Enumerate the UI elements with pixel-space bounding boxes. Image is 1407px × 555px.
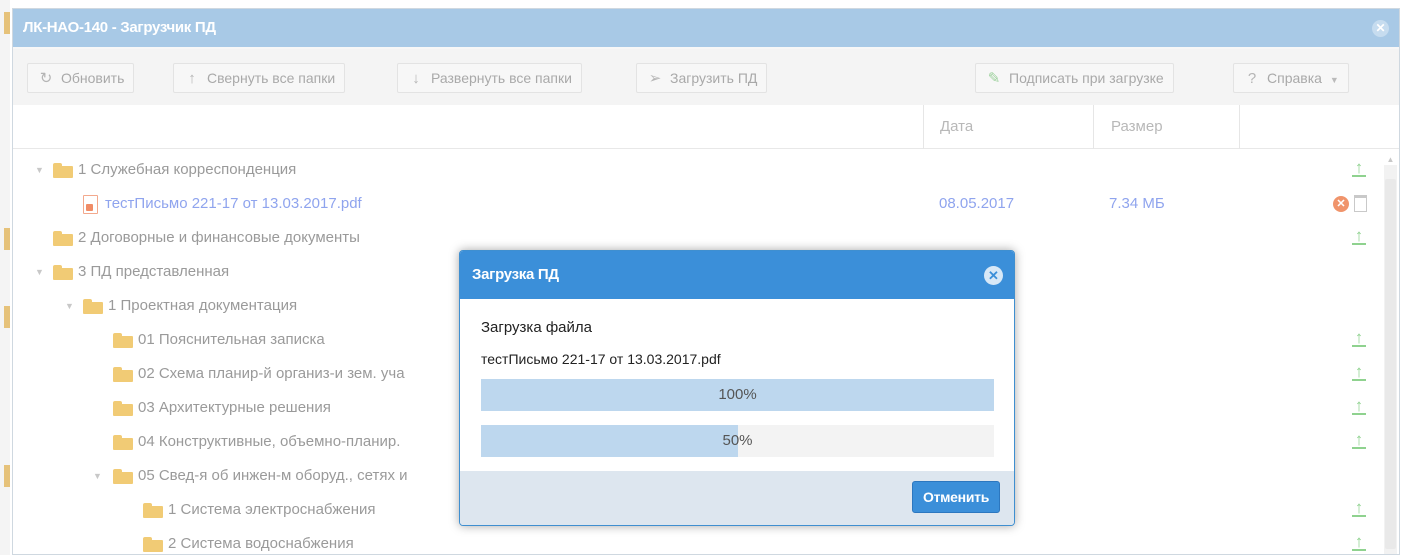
upload-icon[interactable]: ↑ (1351, 227, 1367, 246)
file-link[interactable]: тестПисьмо 221-17 от 13.03.2017.pdf (105, 195, 362, 212)
refresh-icon: ↻ (39, 70, 53, 87)
row-label: 1 Система электроснабжения (168, 501, 376, 518)
upload-icon[interactable]: ↑ (1351, 329, 1367, 348)
file-progress-text: 100% (718, 386, 757, 403)
upload-icon[interactable]: ↑ (1351, 431, 1367, 450)
tree-row-file[interactable]: тестПисьмо 221-17 от 13.03.2017.pdf 08.0… (13, 187, 1373, 221)
remove-icon[interactable]: ✕ (1333, 196, 1349, 212)
row-label: 05 Свед-я об инжен-м оборуд., сетях и (138, 467, 408, 484)
expand-all-button[interactable]: ↓ Развернуть все папки (397, 63, 582, 93)
file-date: 08.05.2017 (939, 195, 1015, 212)
expand-toggle-icon[interactable]: ▼ (65, 301, 74, 311)
expand-all-label: Развернуть все папки (431, 70, 572, 86)
help-label: Справка (1267, 70, 1322, 86)
folder-icon (113, 435, 133, 450)
upload-icon[interactable]: ↑ (1351, 499, 1367, 518)
chevron-down-icon: ▼ (1329, 75, 1339, 85)
arrow-up-icon: ↑ (188, 70, 196, 87)
window-close-icon[interactable]: ✕ (1372, 20, 1389, 37)
upload-icon[interactable]: ↑ (1351, 533, 1367, 552)
folder-icon (143, 537, 163, 552)
upload-dialog: Загрузка ПД ✕ Загрузка файла тестПисьмо … (459, 250, 1015, 526)
dialog-heading: Загрузка файла (481, 319, 592, 336)
row-label: 2 Договорные и финансовые документы (78, 229, 360, 246)
pdf-file-icon (83, 195, 98, 214)
toolbar: ↻ Обновить ↑ Свернуть все папки ↓ Развернут… (13, 49, 1399, 105)
total-progress-text: 50% (722, 432, 753, 449)
row-label: 1 Проектная документация (108, 297, 298, 314)
expand-toggle-icon[interactable]: ▼ (93, 471, 102, 481)
row-label: 02 Схема планир-й организ-и зем. уча (138, 365, 405, 382)
sign-on-upload-label: Подписать при загрузке (1009, 70, 1164, 86)
upload-icon[interactable]: ↑ (1351, 159, 1367, 178)
folder-icon (113, 469, 133, 484)
dialog-title: Загрузка ПД (460, 251, 1014, 299)
total-progress-bar: 50% (481, 425, 994, 457)
upload-icon[interactable]: ↑ (1351, 397, 1367, 416)
row-label: 01 Пояснительная записка (138, 331, 325, 348)
scroll-up-icon[interactable]: ▲ (1385, 155, 1396, 164)
tree-row[interactable]: ▼ 1 Служебная корреспонденция ↑ (13, 153, 1373, 187)
sign-on-upload-button[interactable]: ✎ Подписать при загрузке (975, 63, 1174, 93)
expand-toggle-icon[interactable]: ▼ (35, 165, 44, 175)
grid-header: Дата Размер (13, 105, 1399, 149)
expand-toggle-icon[interactable]: ▼ (35, 267, 44, 277)
upload-pd-button[interactable]: ➢ Загрузить ПД (636, 63, 768, 93)
folder-icon (53, 231, 73, 246)
folder-icon (83, 299, 103, 314)
file-progress-bar: 100% (481, 379, 994, 411)
row-label: 3 ПД представленная (78, 263, 230, 280)
column-size[interactable]: Размер (1111, 118, 1163, 135)
folder-icon (113, 333, 133, 348)
window-title: ЛК-НАО-140 - Загрузчик ПД (13, 9, 1399, 47)
dialog-filename: тестПисьмо 221-17 от 13.03.2017.pdf (481, 351, 721, 367)
collapse-all-label: Свернуть все папки (207, 70, 336, 86)
dialog-footer: Отменить (460, 471, 1014, 525)
folder-icon (113, 367, 133, 382)
upload-pd-label: Загрузить ПД (670, 70, 758, 86)
refresh-label: Обновить (61, 70, 125, 86)
trash-icon[interactable] (1354, 195, 1367, 212)
tree-row[interactable]: 2 Система водоснабжения ↑ (13, 527, 1373, 554)
row-label: 2 Система водоснабжения (168, 535, 354, 552)
paper-plane-icon: ➢ (648, 70, 662, 87)
pencil-icon: ✎ (987, 70, 1001, 87)
row-label: 03 Архитектурные решения (138, 399, 331, 416)
cancel-button[interactable]: Отменить (911, 481, 1000, 513)
collapse-all-button[interactable]: ↑ Свернуть все папки (173, 63, 346, 93)
scrollbar-thumb[interactable] (1385, 179, 1396, 549)
folder-icon (143, 503, 163, 518)
question-circle-icon: ? (1247, 70, 1257, 87)
column-date[interactable]: Дата (940, 118, 973, 135)
row-label: 1 Служебная корреспонденция (78, 161, 297, 178)
row-label: 04 Конструктивные, объемно-планир. (138, 433, 401, 450)
folder-icon (53, 265, 73, 280)
refresh-button[interactable]: ↻ Обновить (27, 63, 135, 93)
file-size: 7.34 МБ (1109, 195, 1165, 212)
arrow-down-icon: ↓ (412, 70, 420, 87)
folder-icon (113, 401, 133, 416)
upload-icon[interactable]: ↑ (1351, 363, 1367, 382)
help-button[interactable]: ? Справка ▼ (1233, 63, 1349, 93)
folder-icon (53, 163, 73, 178)
dialog-close-icon[interactable]: ✕ (984, 266, 1003, 285)
background-strip (0, 0, 10, 555)
